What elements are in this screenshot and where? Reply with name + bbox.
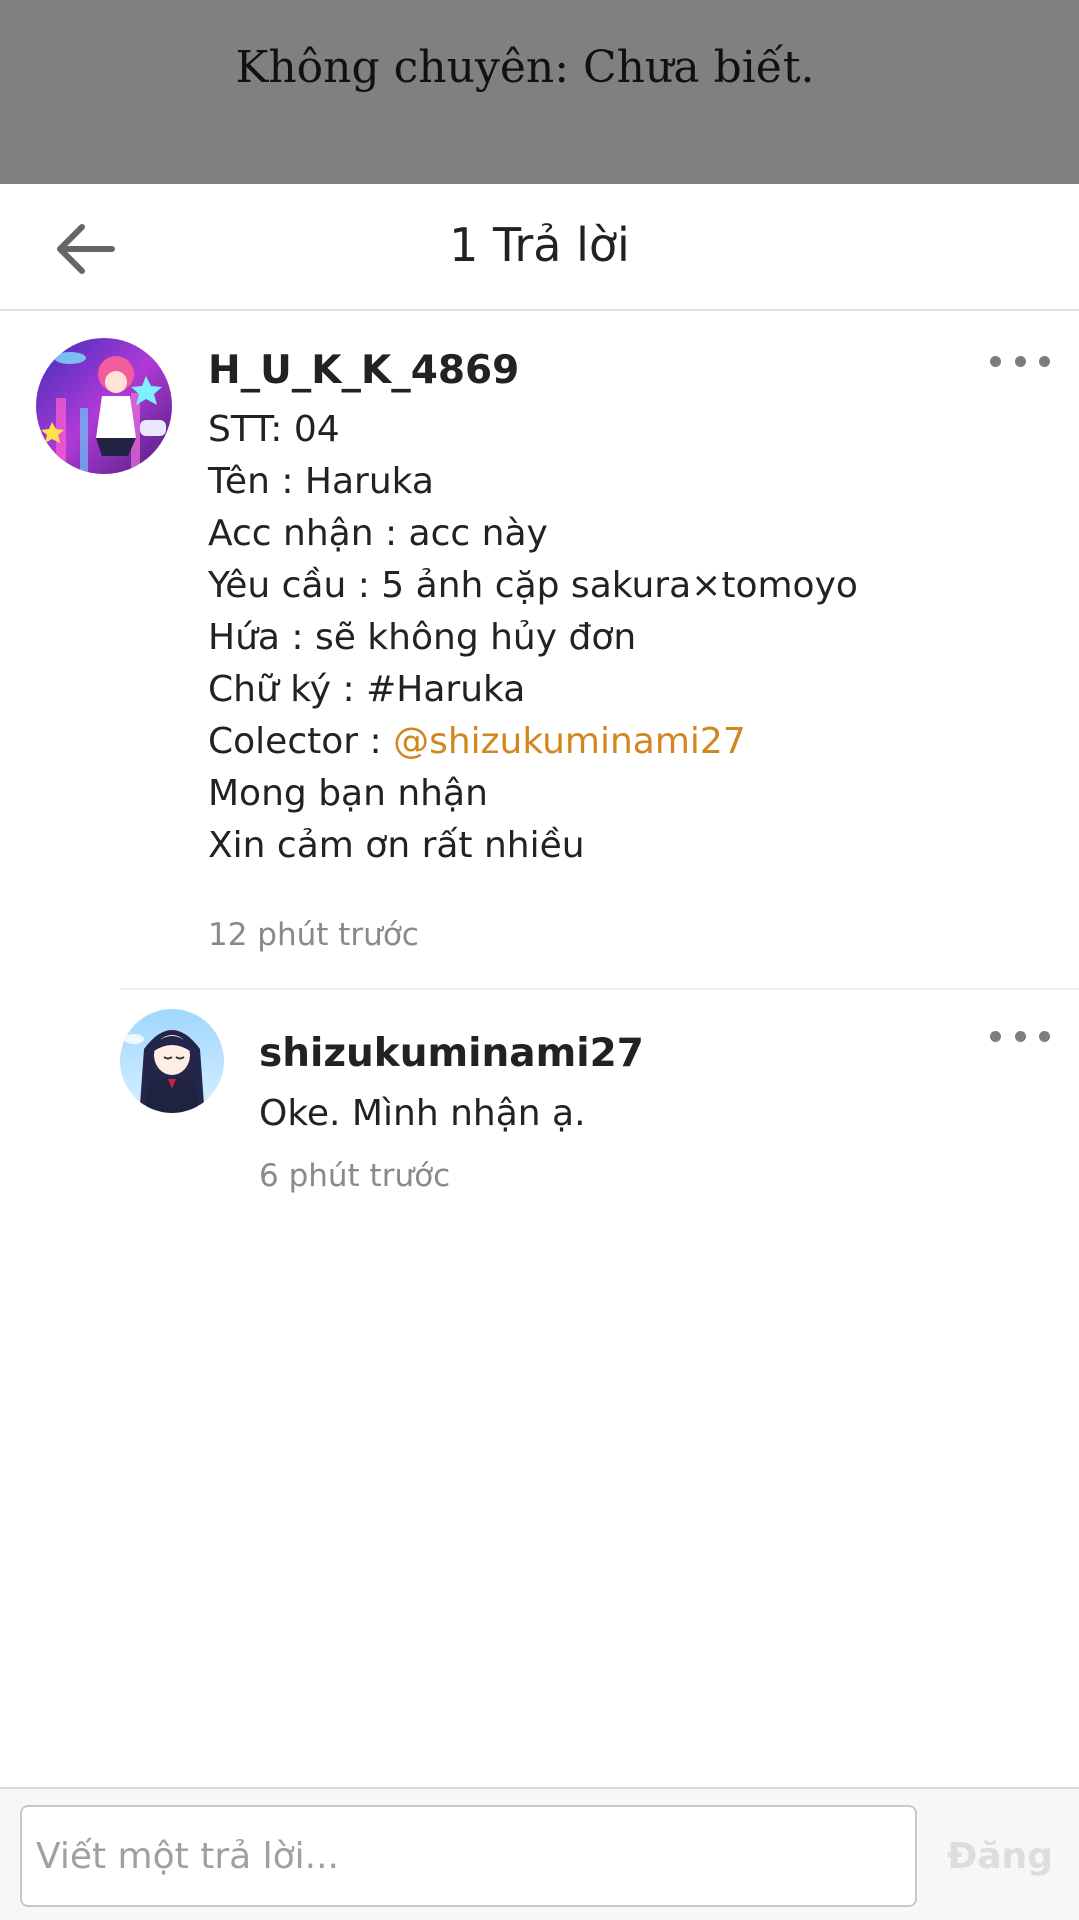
comment: H_U_K_K_4869 STT: 04 Tên : Haruka Acc nh… (0, 311, 1079, 991)
comment-body: STT: 04 Tên : Haruka Acc nhận : acc này … (208, 404, 858, 872)
comment-line: Mong bạn nhận (208, 773, 488, 814)
reply-comment: shizukuminami27 Oke. Mình nhận ạ. 6 phút… (0, 996, 1079, 1196)
reply-timestamp: 6 phút trước (259, 1158, 451, 1194)
comment-line: Acc nhận : acc này (208, 513, 548, 554)
sheet-header: 1 Trả lời (0, 184, 1079, 311)
backdrop-text: Không chuyên: Chưa biết. (235, 42, 815, 93)
avatar-image-icon (36, 338, 172, 474)
avatar[interactable] (120, 1009, 224, 1113)
user-mention-link[interactable]: @shizukuminami27 (393, 721, 746, 762)
collector-label: Colector : (208, 721, 394, 762)
post-button[interactable]: Đăng (930, 1805, 1070, 1907)
avatar-image-icon (120, 1009, 224, 1113)
comment-line: Hứa : sẽ không hủy đơn (208, 617, 637, 658)
reply-author[interactable]: shizukuminami27 (259, 1031, 644, 1076)
comment-more-button[interactable] (990, 346, 1050, 376)
page-title: 1 Trả lời (449, 218, 630, 272)
comment-line: Chữ ký : #Haruka (208, 669, 526, 710)
backdrop-overlay: Không chuyên: Chưa biết. (0, 0, 1079, 184)
comment-author[interactable]: H_U_K_K_4869 (208, 348, 519, 393)
reply-sheet: 1 Trả lời H_U_K_K_4869 STT: 04 Tên: Har… (0, 184, 1079, 1920)
comment-line: Tên : Haruka (208, 461, 434, 502)
reply-body: Oke. Mình nhận ạ. (259, 1093, 586, 1134)
comment-line: Yêu cầu : 5 ảnh cặp sakura×tomoyo (208, 565, 858, 606)
divider (120, 988, 1079, 990)
reply-composer: Đăng (0, 1787, 1079, 1920)
comment-timestamp: 12 phút trước (208, 917, 419, 953)
reply-input[interactable] (20, 1805, 917, 1907)
comment-line-collector: Colector : @shizukuminami27 (208, 716, 858, 768)
comment-line: STT: 04 (208, 409, 340, 450)
reply-more-button[interactable] (990, 1021, 1050, 1051)
avatar[interactable] (36, 338, 172, 474)
more-horizontal-icon (990, 1030, 1001, 1042)
more-horizontal-icon (990, 355, 1001, 367)
comment-line: Xin cảm ơn rất nhiều (208, 825, 585, 866)
